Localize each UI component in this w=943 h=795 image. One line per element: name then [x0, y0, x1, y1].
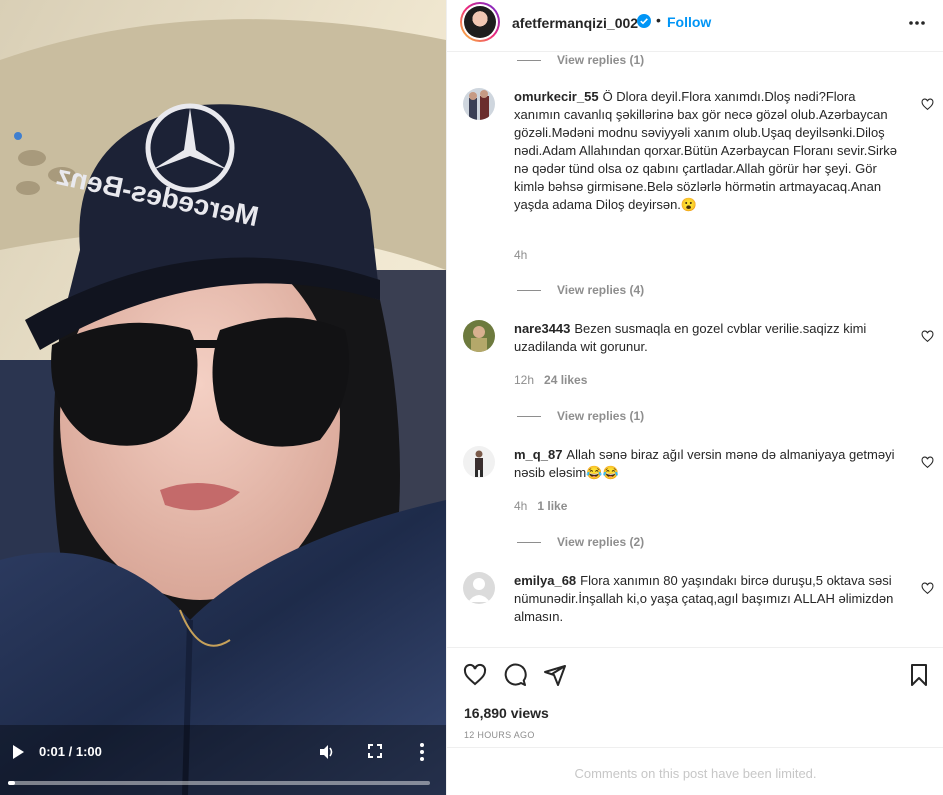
view-replies-button[interactable]: View replies (1) — [517, 53, 644, 67]
fullscreen-icon[interactable] — [368, 744, 382, 758]
like-comment-heart-icon[interactable] — [921, 456, 934, 469]
comment-time: 12h — [514, 373, 535, 387]
play-icon[interactable] — [10, 744, 26, 760]
comment-meta: 4h — [514, 248, 537, 262]
comment-time: 4h — [514, 248, 528, 262]
like-comment-heart-icon[interactable] — [921, 330, 934, 343]
comment-body: omurkecir_55 Ö Dlora deyil.Flora xanımdı.… — [514, 88, 904, 214]
view-replies-label: View replies (2) — [557, 535, 645, 549]
view-count[interactable]: 16,890 views — [464, 705, 549, 721]
post-timestamp: 12 HOURS AGO — [464, 730, 535, 740]
comment-meta: 4h 1 like — [514, 499, 577, 513]
view-replies-button[interactable]: View replies (4) — [517, 283, 644, 297]
commenter-username[interactable]: omurkecir_55 — [514, 89, 599, 104]
verified-badge-icon — [637, 14, 651, 28]
more-options-icon[interactable] — [908, 14, 926, 32]
comment-text: Allah sənə biraz ağıl versin mənə də alm… — [514, 447, 895, 480]
comments-list[interactable]: View replies (1) omurkecir_55 Ö Dlora dey… — [447, 53, 943, 647]
view-replies-label: View replies (4) — [557, 283, 645, 297]
comment-icon[interactable] — [503, 663, 527, 687]
video-controls: 0:01 / 1:00 — [0, 738, 446, 795]
video-progress-fill — [8, 781, 16, 785]
view-replies-label: View replies (1) — [557, 53, 645, 67]
comment-body: m_q_87 Allah sənə biraz ağıl versin mənə … — [514, 446, 904, 482]
bookmark-icon[interactable] — [907, 663, 931, 687]
comment-body: nare3443 Bezen susmaqla en gozel cvblar v… — [514, 320, 904, 356]
comment-meta: 12h 24 likes — [514, 373, 597, 387]
separator-dot: • — [656, 12, 661, 28]
commenter-avatar[interactable] — [463, 572, 495, 604]
commenter-avatar[interactable] — [463, 446, 495, 478]
view-replies-label: View replies (1) — [557, 409, 645, 423]
avatar[interactable] — [460, 2, 500, 42]
comment-likes[interactable]: 1 like — [537, 499, 567, 513]
comment-time: 4h — [514, 499, 528, 513]
commenter-username[interactable]: m_q_87 — [514, 447, 562, 462]
commenter-avatar[interactable] — [463, 88, 495, 120]
comment-text: Ö Dlora deyil.Flora xanımdı.Dloş nədi?Fl… — [514, 89, 897, 212]
video-time: 0:01 / 1:00 — [39, 744, 102, 759]
post-viewer: Mercedes-Benz 0:01 / 1:00 afetfermanqizi… — [0, 0, 943, 795]
comment-likes[interactable]: 24 likes — [544, 373, 587, 387]
view-replies-button[interactable]: View replies (2) — [517, 535, 644, 549]
author-username[interactable]: afetfermanqizi_002 — [512, 15, 638, 31]
heart-icon[interactable] — [463, 663, 487, 687]
video-player[interactable]: Mercedes-Benz 0:01 / 1:00 — [0, 0, 446, 795]
more-vertical-icon[interactable] — [418, 742, 426, 762]
post-header: afetfermanqizi_002 • Follow — [447, 0, 943, 52]
video-frame: Mercedes-Benz — [0, 0, 446, 795]
post-sidebar: afetfermanqizi_002 • Follow View replies… — [446, 0, 943, 795]
like-comment-heart-icon[interactable] — [921, 582, 934, 595]
post-actions: 16,890 views 12 HOURS AGO — [447, 647, 943, 747]
share-icon[interactable] — [543, 663, 567, 687]
volume-icon[interactable] — [318, 743, 336, 761]
commenter-avatar[interactable] — [463, 320, 495, 352]
follow-button[interactable]: Follow — [667, 14, 711, 30]
comment-body: emilya_68 Flora xanımın 80 yaşındakı birc… — [514, 572, 904, 626]
commenter-username[interactable]: nare3443 — [514, 321, 570, 336]
view-replies-button[interactable]: View replies (1) — [517, 409, 644, 423]
video-progress-bar[interactable] — [8, 781, 430, 785]
comments-limited-notice: Comments on this post have been limited. — [447, 747, 943, 795]
commenter-username[interactable]: emilya_68 — [514, 573, 576, 588]
like-comment-heart-icon[interactable] — [921, 98, 934, 111]
